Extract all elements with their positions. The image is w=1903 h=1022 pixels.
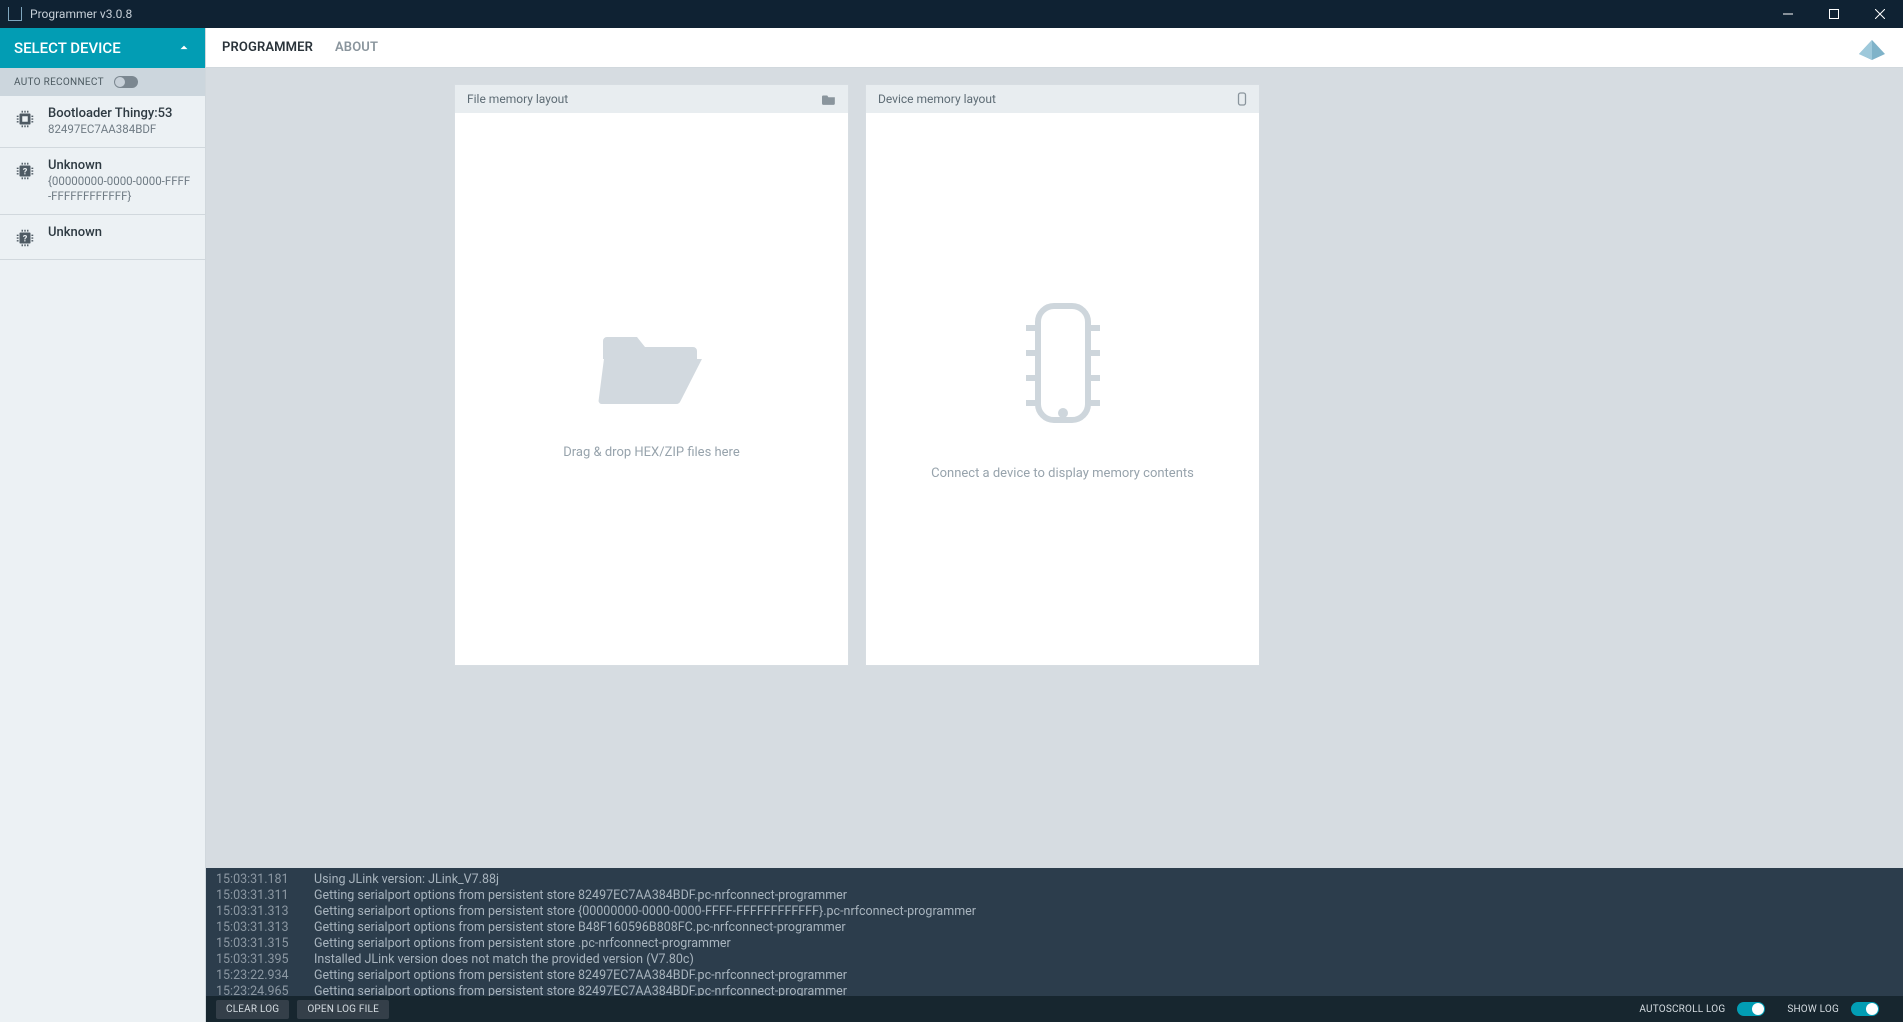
file-memory-panel: File memory layout Drag & drop HEX/ZIP f… — [454, 84, 849, 666]
log-row: 15:03:31.313 Getting serialport options f… — [216, 904, 1893, 920]
chevron-up-icon — [177, 41, 191, 55]
chip-outline-icon — [1237, 92, 1247, 106]
device-serial: {00000000-0000-0000-FFFF-FFFFFFFFFFFF} — [48, 174, 191, 204]
file-drop-zone[interactable]: Drag & drop HEX/ZIP files here — [455, 113, 848, 665]
log-timestamp: 15:03:31.313 — [216, 904, 300, 920]
log-row: 15:23:24.965 Getting serialport options f… — [216, 984, 1893, 996]
folder-icon[interactable] — [822, 93, 836, 105]
auto-reconnect-label: AUTO RECONNECT — [14, 77, 104, 88]
open-folder-icon — [597, 319, 707, 407]
topbar: PROGRAMMER ABOUT — [206, 28, 1903, 68]
log-row: 15:23:22.934 Getting serialport options f… — [216, 968, 1893, 984]
minimize-button[interactable] — [1765, 0, 1811, 28]
log-message: Getting serialport options from persiste… — [314, 920, 846, 936]
close-button[interactable] — [1857, 0, 1903, 28]
select-device-button[interactable]: SELECT DEVICE — [0, 28, 205, 68]
show-log-label: SHOW LOG — [1787, 1004, 1839, 1015]
log-footer: CLEAR LOG OPEN LOG FILE AUTOSCROLL LOG S… — [206, 996, 1903, 1022]
autoscroll-log-label: AUTOSCROLL LOG — [1639, 1004, 1725, 1015]
device-item[interactable]: Bootloader Thingy:53 82497EC7AA384BDF — [0, 96, 205, 148]
content-area: File memory layout Drag & drop HEX/ZIP f… — [206, 68, 1903, 868]
device-name: Unknown — [48, 225, 102, 241]
autoscroll-log-toggle[interactable] — [1737, 1002, 1765, 1016]
log-message: Getting serialport options from persiste… — [314, 968, 847, 984]
nordic-logo-icon — [1857, 36, 1887, 60]
log-message: Using JLink version: JLink_V7.88j — [314, 872, 499, 888]
question-chip-icon: ? — [14, 160, 36, 182]
log-timestamp: 15:03:31.311 — [216, 888, 300, 904]
log-row: 15:03:31.313 Getting serialport options f… — [216, 920, 1893, 936]
log-timestamp: 15:03:31.315 — [216, 936, 300, 952]
file-panel-title: File memory layout — [467, 92, 568, 106]
auto-reconnect-row: AUTO RECONNECT — [0, 68, 205, 96]
window-title: Programmer v3.0.8 — [30, 7, 132, 21]
select-device-label: SELECT DEVICE — [14, 39, 121, 57]
file-placeholder: Drag & drop HEX/ZIP files here — [563, 445, 740, 460]
device-panel-title: Device memory layout — [878, 92, 996, 106]
log-timestamp: 15:23:24.965 — [216, 984, 300, 996]
log-message: Getting serialport options from persiste… — [314, 888, 847, 904]
log-row: 15:03:31.315 Getting serialport options f… — [216, 936, 1893, 952]
log-message: Getting serialport options from persiste… — [314, 936, 731, 952]
log-panel: 15:03:31.181 Using JLink version: JLink_V… — [206, 868, 1903, 996]
log-message: Getting serialport options from persiste… — [314, 904, 976, 920]
log-message: Installed JLink version does not match t… — [314, 952, 694, 968]
log-row: 15:03:31.395 Installed JLink version does… — [216, 952, 1893, 968]
question-chip-icon: ? — [14, 227, 36, 249]
device-memory-panel: Device memory layout Connect a device to… — [865, 84, 1260, 666]
show-log-toggle[interactable] — [1851, 1002, 1879, 1016]
device-list: Bootloader Thingy:53 82497EC7AA384BDF ? … — [0, 96, 205, 1022]
log-timestamp: 15:23:22.934 — [216, 968, 300, 984]
tab-programmer[interactable]: PROGRAMMER — [222, 40, 313, 55]
device-item[interactable]: ? Unknown {00000000-0000-0000-FFFF-FFFFF… — [0, 148, 205, 215]
device-name: Bootloader Thingy:53 — [48, 106, 172, 122]
device-placeholder: Connect a device to display memory conte… — [931, 466, 1194, 481]
log-row: 15:03:31.181 Using JLink version: JLink_V… — [216, 872, 1893, 888]
clear-log-button[interactable]: CLEAR LOG — [216, 1000, 289, 1019]
log-timestamp: 15:03:31.395 — [216, 952, 300, 968]
log-message: Getting serialport options from persiste… — [314, 984, 847, 996]
sidebar: SELECT DEVICE AUTO RECONNECT Bootloader … — [0, 28, 206, 1022]
svg-text:?: ? — [23, 168, 28, 178]
maximize-button[interactable] — [1811, 0, 1857, 28]
log-timestamp: 15:03:31.313 — [216, 920, 300, 936]
titlebar: Programmer v3.0.8 — [0, 0, 1903, 28]
chip-icon — [14, 108, 36, 130]
auto-reconnect-toggle[interactable] — [114, 76, 138, 88]
device-name: Unknown — [48, 158, 191, 174]
device-chip-icon — [1018, 298, 1108, 428]
open-log-file-button[interactable]: OPEN LOG FILE — [297, 1000, 389, 1019]
tab-about[interactable]: ABOUT — [335, 40, 378, 55]
log-timestamp: 15:03:31.181 — [216, 872, 300, 888]
log-row: 15:03:31.311 Getting serialport options f… — [216, 888, 1893, 904]
device-serial: 82497EC7AA384BDF — [48, 122, 172, 137]
svg-text:?: ? — [23, 235, 28, 245]
device-item[interactable]: ? Unknown — [0, 215, 205, 260]
app-icon — [8, 7, 22, 21]
